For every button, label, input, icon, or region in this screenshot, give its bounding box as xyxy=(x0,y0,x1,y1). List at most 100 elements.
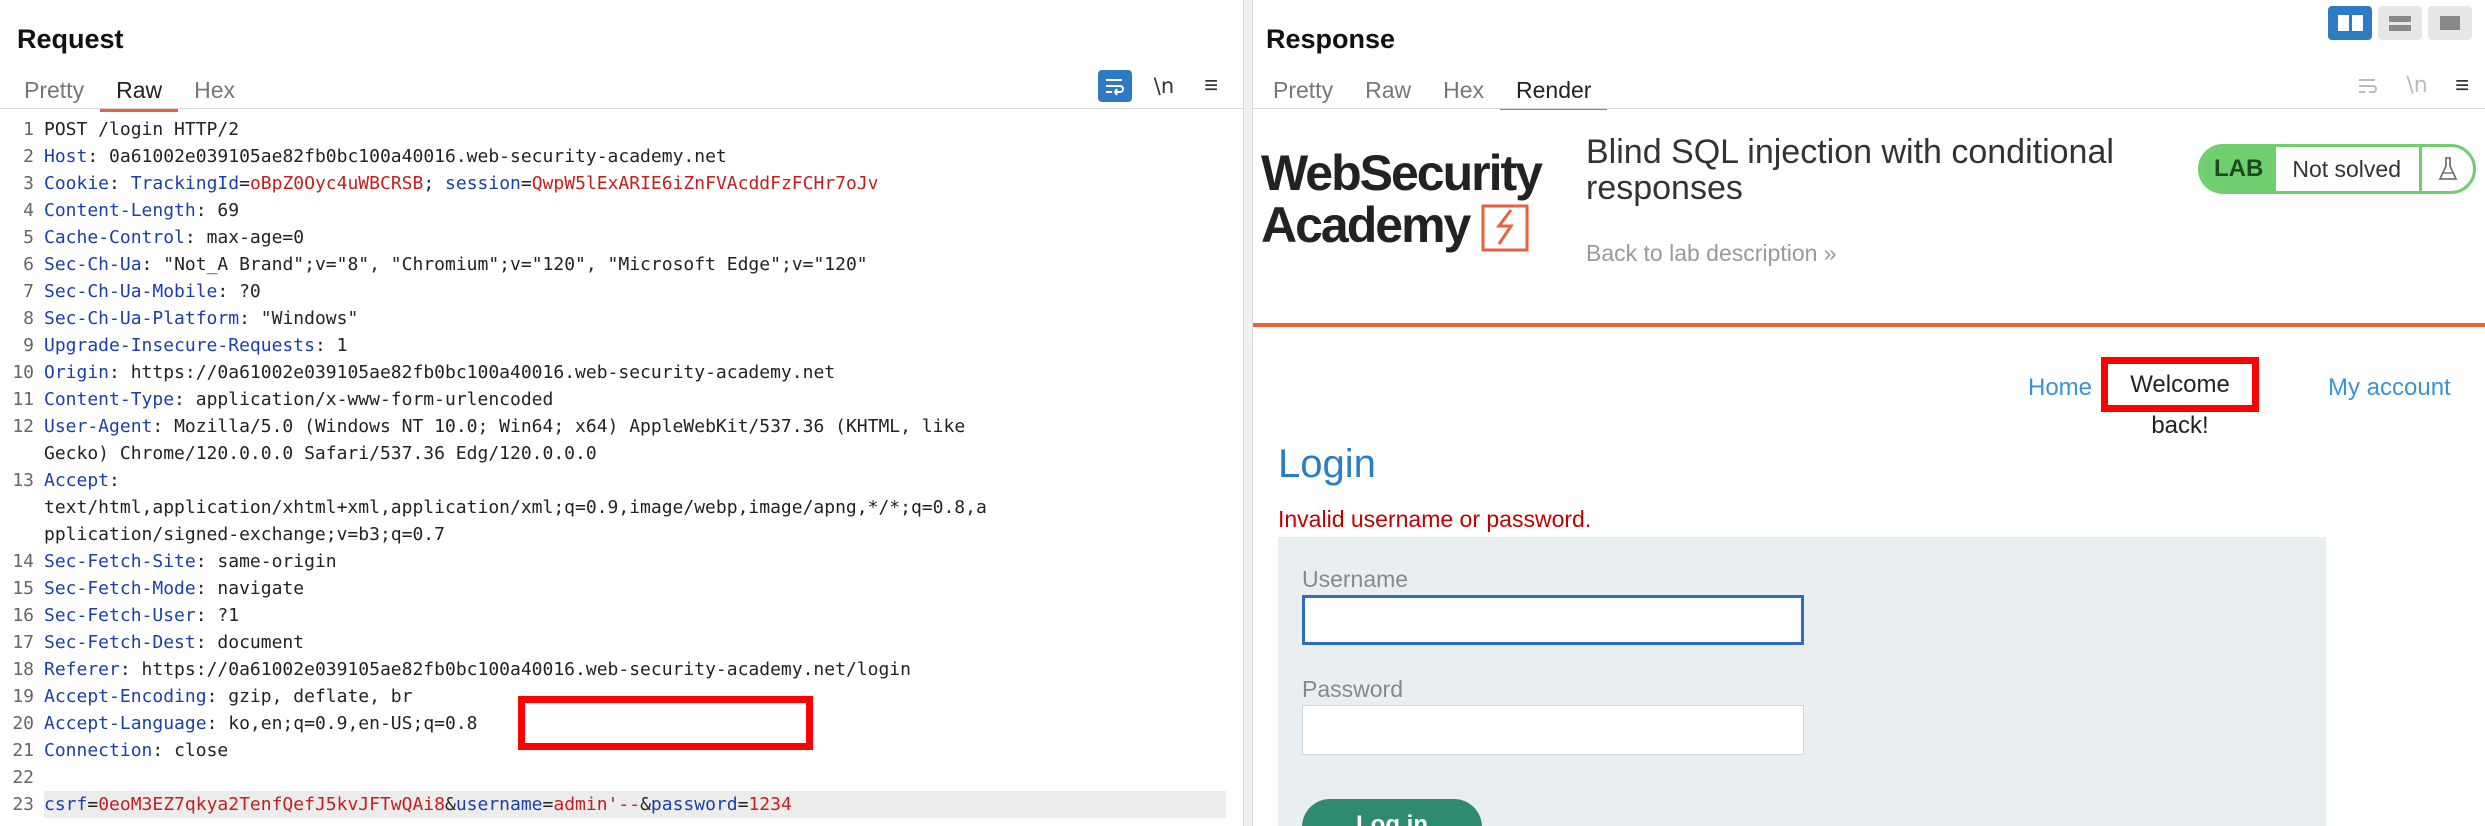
header-value: Mozilla/5.0 (Windows NT 10.0; Win64; x64… xyxy=(174,416,966,437)
request-line: Cache-Control: max-age=0 xyxy=(44,227,305,248)
param-value: admin'-- xyxy=(553,794,641,815)
back-to-lab-link[interactable]: Back to lab description » xyxy=(1586,240,1837,267)
header-name: Sec-Fetch-Dest xyxy=(44,632,196,653)
response-tabs: Pretty Raw Hex Render xyxy=(1257,70,1608,112)
tab-pretty[interactable]: Pretty xyxy=(1257,70,1349,112)
header-value: document xyxy=(217,632,305,653)
hamburger-menu-icon[interactable]: ≡ xyxy=(2447,70,2477,102)
header-value: 0a61002e039105ae82fb0bc100a40016.web-sec… xyxy=(109,146,727,167)
header-value: 69 xyxy=(217,200,240,221)
lab-status-badge: LAB Not solved xyxy=(2198,144,2476,194)
request-tabs: Pretty Raw Hex xyxy=(8,70,251,112)
cookie-value: QwpW5lExARIE6iZnFVAcddFzFCHr7oJv xyxy=(531,173,879,194)
request-line: Content-Length: 69 xyxy=(44,200,240,221)
line-number: 21 xyxy=(12,740,34,761)
wrap-lines-icon[interactable] xyxy=(1098,70,1132,102)
header-name: Sec-Fetch-User xyxy=(44,605,196,626)
request-line: Sec-Fetch-User: ?1 xyxy=(44,605,240,626)
header-name: Host xyxy=(44,146,88,167)
param-value: 1234 xyxy=(748,794,792,815)
lab-label: LAB xyxy=(2201,147,2277,191)
line-number: 7 xyxy=(23,281,34,302)
show-newlines-button[interactable]: \n xyxy=(1146,70,1182,102)
username-label: Username xyxy=(1302,566,1409,592)
line-number: 5 xyxy=(23,227,34,248)
param-name: password xyxy=(650,794,738,815)
rendered-page: WebSecurity Academy Blind SQL injection … xyxy=(1253,110,2485,826)
request-line: Referer: https://0a61002e039105ae82fb0bc… xyxy=(44,659,911,680)
tab-render[interactable]: Render xyxy=(1500,70,1608,112)
request-line: Accept: xyxy=(44,470,131,491)
request-title: Request xyxy=(17,24,124,54)
header-name: Accept-Language xyxy=(44,713,207,734)
lab-status: Not solved xyxy=(2292,156,2401,182)
password-label: Password xyxy=(1302,676,1403,702)
cookie-value: oBpZ0Oyc4uWBCRSB xyxy=(249,173,424,194)
param-name: csrf xyxy=(44,794,88,815)
header-name: Sec-Ch-Ua-Mobile xyxy=(44,281,218,302)
request-line: Sec-Fetch-Mode: navigate xyxy=(44,578,305,599)
flask-icon xyxy=(2419,147,2473,191)
tabs-divider xyxy=(0,108,1243,109)
line-number: 19 xyxy=(12,686,34,707)
request-line: Host: 0a61002e039105ae82fb0bc100a40016.w… xyxy=(44,146,727,167)
password-input[interactable] xyxy=(1302,705,1804,755)
param-name: username xyxy=(455,794,543,815)
request-line-continuation: pplication/signed-exchange;v=b3;q=0.7 xyxy=(44,524,445,545)
header-name: Origin xyxy=(44,362,110,383)
line-number: 14 xyxy=(12,551,34,572)
header-name: Sec-Fetch-Site xyxy=(44,551,196,572)
request-line: Content-Type: application/x-www-form-url… xyxy=(44,389,554,410)
request-line: User-Agent: Mozilla/5.0 (Windows NT 10.0… xyxy=(44,416,966,437)
nav-home-link[interactable]: Home xyxy=(2028,374,2092,402)
login-button[interactable]: Log in xyxy=(1302,799,1482,826)
line-number: 13 xyxy=(12,470,34,491)
header-name: Sec-Ch-Ua-Platform xyxy=(44,308,240,329)
tab-raw[interactable]: Raw xyxy=(1349,70,1427,112)
login-form: Username Password Log in xyxy=(1278,537,2326,826)
request-line: Sec-Ch-Ua-Mobile: ?0 xyxy=(44,281,261,302)
split-vertical-icon[interactable] xyxy=(2378,6,2422,40)
tab-hex[interactable]: Hex xyxy=(1427,70,1500,112)
header-value: https://0a61002e039105ae82fb0bc100a40016… xyxy=(130,362,836,383)
request-line: csrf=0eoM3EZ7qkya2TenfQefJ5kvJFTwQAi8&us… xyxy=(44,791,1226,818)
line-number: 10 xyxy=(12,362,34,383)
header-value: gzip, deflate, br xyxy=(228,686,413,707)
raw-request-editor[interactable]: 1 POST /login HTTP/2 2 Host: 0a61002e039105… xyxy=(0,112,1243,826)
line-number: 16 xyxy=(12,605,34,626)
line-number: 22 xyxy=(12,767,34,788)
single-pane-icon[interactable] xyxy=(2428,6,2472,40)
header-value: "Windows" xyxy=(260,308,359,329)
lab-title: Blind SQL injection with conditional res… xyxy=(1586,133,2114,207)
tab-hex[interactable]: Hex xyxy=(178,70,251,112)
request-line: Sec-Fetch-Dest: document xyxy=(44,632,305,653)
line-number: 8 xyxy=(23,308,34,329)
header-accent-rule xyxy=(1253,323,2485,327)
request-line: Sec-Fetch-Site: same-origin xyxy=(44,551,337,572)
header-name: User-Agent xyxy=(44,416,153,437)
line-number: 11 xyxy=(12,389,34,410)
request-line: Sec-Ch-Ua: "Not_A Brand";v="8", "Chromiu… xyxy=(44,254,868,275)
line-number: 20 xyxy=(12,713,34,734)
web-security-academy-logo: WebSecurity Academy xyxy=(1261,145,1545,253)
hamburger-menu-icon[interactable]: ≡ xyxy=(1196,70,1226,102)
login-heading: Login xyxy=(1278,442,1376,486)
header-value: "Not_A Brand";v="8", "Chromium";v="120",… xyxy=(163,254,868,275)
split-horizontal-icon[interactable] xyxy=(2328,6,2372,40)
header-value: same-origin xyxy=(217,551,337,572)
tab-raw[interactable]: Raw xyxy=(100,70,179,112)
logo-line-1: WebSecurity xyxy=(1261,145,1543,201)
nav-my-account-link[interactable]: My account xyxy=(2328,374,2451,402)
header-name: Accept xyxy=(44,470,110,491)
username-input[interactable] xyxy=(1302,595,1804,645)
line-number: 6 xyxy=(23,254,34,275)
header-name: Cookie xyxy=(44,173,110,194)
header-value: navigate xyxy=(217,578,305,599)
response-pane: Response Pretty Raw Hex Render \n ≡ WebS… xyxy=(1253,0,2485,826)
header-value: ?0 xyxy=(239,281,261,302)
pane-splitter[interactable] xyxy=(1243,0,1253,826)
tab-pretty[interactable]: Pretty xyxy=(8,70,100,112)
line-number: 15 xyxy=(12,578,34,599)
header-value: ?1 xyxy=(217,605,240,626)
line-number: 17 xyxy=(12,632,34,653)
